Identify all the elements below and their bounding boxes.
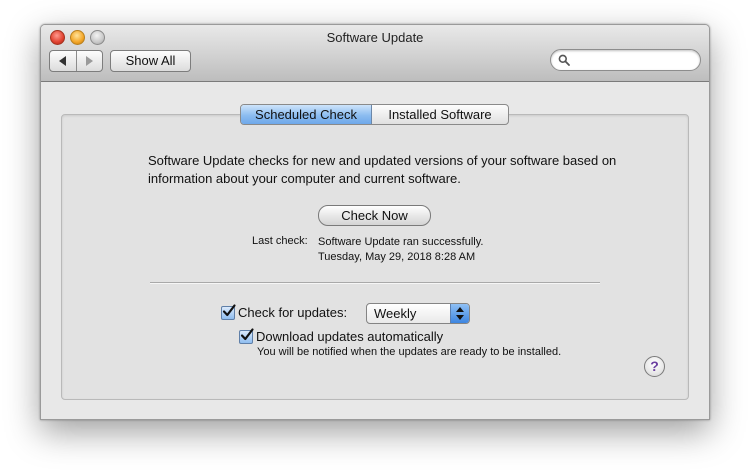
search-box[interactable]	[550, 49, 701, 71]
last-check-date: Tuesday, May 29, 2018 8:28 AM	[318, 251, 476, 263]
show-all-button[interactable]: Show All	[110, 50, 191, 72]
frequency-value: Weekly	[374, 306, 417, 321]
checkmark-icon	[222, 304, 236, 317]
check-now-button[interactable]: Check Now	[318, 205, 431, 226]
search-icon	[558, 54, 570, 66]
description-text: Software Update checks for new and updat…	[148, 153, 617, 186]
back-forward-control	[49, 50, 103, 72]
download-automatically-label[interactable]: Download updates automatically	[256, 329, 443, 344]
titlebar: Software Update Show All	[41, 25, 709, 82]
back-button[interactable]	[50, 51, 76, 71]
preferences-window: Software Update Show All Scheduled Check…	[40, 24, 710, 420]
last-check-label: Last check:	[252, 235, 308, 247]
help-button[interactable]: ?	[644, 356, 665, 377]
check-for-updates-label[interactable]: Check for updates:	[238, 305, 347, 320]
last-check-value: Software Update ran successfully. Tuesda…	[318, 235, 483, 265]
checkmark-icon	[240, 328, 254, 341]
tab-scheduled-check[interactable]: Scheduled Check	[241, 105, 372, 124]
divider	[150, 282, 600, 284]
download-note: You will be notified when the updates ar…	[257, 346, 562, 358]
tab-bar: Scheduled Check Installed Software	[240, 104, 509, 125]
forward-arrow-icon	[85, 56, 93, 66]
forward-button[interactable]	[75, 51, 103, 71]
download-automatically-checkbox[interactable]	[239, 328, 254, 344]
select-arrows-icon	[450, 304, 469, 323]
window-title: Software Update	[326, 30, 424, 45]
check-for-updates-checkbox[interactable]	[221, 304, 236, 320]
frequency-select[interactable]: Weekly	[366, 303, 470, 324]
last-check-status: Software Update ran successfully.	[318, 236, 484, 248]
tab-installed-software[interactable]: Installed Software	[372, 105, 508, 124]
back-arrow-icon	[59, 56, 67, 66]
search-input[interactable]	[575, 52, 693, 68]
